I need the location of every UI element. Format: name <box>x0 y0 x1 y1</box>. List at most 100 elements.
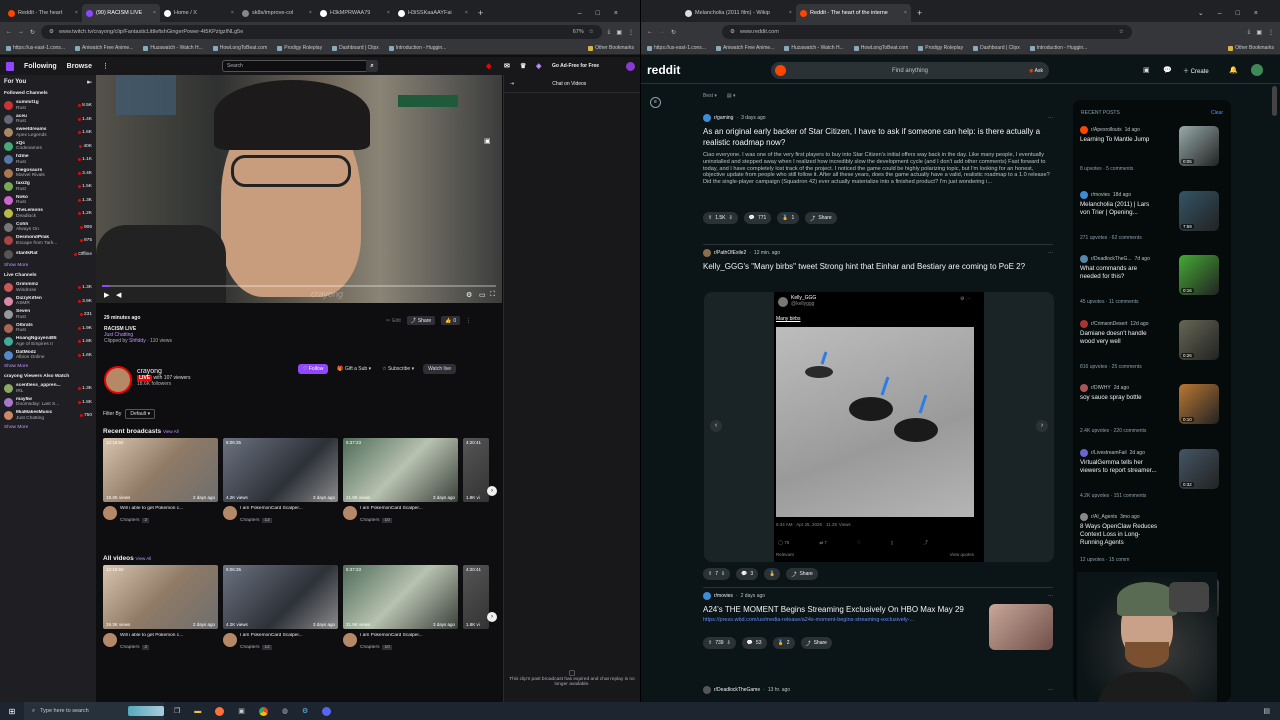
bookmark-item[interactable]: Aniwatch Free Anime... <box>74 45 133 51</box>
award-button[interactable]: 🏅 2 <box>772 637 795 649</box>
zoom-level[interactable]: 67% <box>573 29 584 35</box>
chapters-badge[interactable]: Chapters 12 <box>240 645 272 650</box>
post-media[interactable]: Kelly_GGG @kellyggg ⚙ ⋯ Many birbs 6:34 A… <box>704 292 1054 562</box>
sidebar-channel[interactable]: taxi2g Rust 1.5K <box>4 180 92 194</box>
vote-control[interactable]: ⇧ 739 ⇩ <box>703 637 736 649</box>
post-link[interactable]: https://press.wbd.com/us/media-release/a… <box>703 617 988 623</box>
vote-control[interactable]: ⇧ 1.5K ⇩ <box>703 212 738 224</box>
reddit-logo[interactable]: reddit <box>647 63 680 77</box>
video-title[interactable]: I am PokemonCard Scalper... <box>360 633 456 638</box>
like-button[interactable]: 👍 0 <box>441 316 461 325</box>
bookmark-star-icon[interactable]: ☆ <box>589 29 594 35</box>
file-explorer-icon[interactable]: ▬ <box>194 708 201 715</box>
tab-github[interactable]: sk8s/improve-col × <box>238 4 316 22</box>
progress-bar[interactable] <box>102 285 496 287</box>
post-title[interactable]: A24's THE MOMENT Begins Streaming Exclus… <box>703 604 988 615</box>
post-card[interactable]: r/gaming · 3 days ago ⋯ As an original earl… <box>703 114 1053 224</box>
avatar[interactable] <box>1251 64 1263 76</box>
extension-icon[interactable]: ▣ <box>1256 29 1262 36</box>
video-title[interactable]: I am PokemonCard Scalper... <box>360 506 456 511</box>
chapters-badge[interactable]: Chapters 10 <box>360 645 392 650</box>
video-title[interactable]: I am PokemonCard Scalper... <box>240 506 336 511</box>
video-title[interactable]: Will i able to get Pokemon c... <box>120 506 216 511</box>
subreddit-name[interactable]: r/gaming <box>714 115 733 121</box>
chapters-badge[interactable]: Chapters 2 <box>120 518 150 523</box>
filter-dropdown[interactable]: Default ▾ <box>125 409 156 419</box>
post-title[interactable]: Kelly_GGG's "Many birbs" tweet Strong hi… <box>703 261 1053 272</box>
sidebar-channel[interactable]: TheLemons Deadlock 1.2K <box>4 207 92 221</box>
forward-icon[interactable]: → <box>659 29 665 35</box>
channel-avatar[interactable] <box>343 633 357 647</box>
comments-button[interactable]: 💬 53 <box>741 637 767 649</box>
post-menu-icon[interactable]: ⋯ <box>1048 250 1053 256</box>
ask-button[interactable]: ◉ Ask <box>1029 68 1043 74</box>
bookmark-folder[interactable]: Other Bookmarks <box>588 45 634 51</box>
bookmark-item[interactable]: HowLongToBeat.com <box>853 45 908 51</box>
tab-x-image-2[interactable]: H3iSSKaaAAYFai × <box>394 4 472 22</box>
collapse-sidebar-icon[interactable]: ⇤ <box>87 79 92 86</box>
bits-icon[interactable]: ◈ <box>536 62 541 70</box>
collapse-chat-icon[interactable]: ⇥ <box>510 81 514 87</box>
scrollbar[interactable] <box>1272 86 1277 116</box>
inbox-icon[interactable]: ✉ <box>504 62 510 70</box>
discord-icon[interactable] <box>322 706 332 716</box>
new-tab-icon[interactable]: + <box>911 8 928 22</box>
nav-following[interactable]: Following <box>24 63 57 70</box>
gallery-next-icon[interactable]: › <box>1036 420 1048 432</box>
theatre-icon[interactable]: ▭ <box>479 291 486 299</box>
volume-icon[interactable]: ◀ <box>116 291 121 299</box>
more-options-icon[interactable]: ⋮ <box>466 316 471 325</box>
channel-avatar[interactable] <box>103 506 117 520</box>
sidebar-channel[interactable]: h3me Rust 1.1K <box>4 153 92 167</box>
subreddit-name[interactable]: r/PathOfExile2 <box>714 250 746 256</box>
video-card-thumbnail[interactable]: 6:06:35 4.2K views 3 days ago <box>223 565 338 629</box>
sidebar-toggle-icon[interactable]: ≡ <box>650 97 661 108</box>
recent-post[interactable]: r/movies 18d ago Melancholia (2011) | Lars… <box>1073 190 1219 255</box>
tab-x-home[interactable]: Home / X × <box>160 4 238 22</box>
avatar[interactable] <box>626 61 635 71</box>
video-card-thumbnail[interactable]: 4:20:41 1.8K vi <box>463 565 489 629</box>
new-tab-icon[interactable]: + <box>472 8 489 22</box>
gallery-prev-icon[interactable]: ‹ <box>710 420 722 432</box>
menu-icon[interactable]: ⋮ <box>628 29 634 36</box>
sidebar-channel[interactable]: Grimmmz Windrose 1.3K <box>4 281 92 295</box>
chapters-badge[interactable]: Chapters 10 <box>360 518 392 523</box>
obs-icon[interactable]: ◍ <box>282 707 288 715</box>
view-all-link[interactable]: View All <box>163 429 179 434</box>
notifications-icon[interactable]: 🔔 <box>1229 66 1238 74</box>
clipper-link[interactable]: Shfiddy <box>129 338 146 344</box>
bookmark-item[interactable]: HowLongToBeat.com <box>212 45 267 51</box>
bookmark-item[interactable]: https://us-east-1.cons... <box>6 45 65 51</box>
settings-icon[interactable]: ⚙ <box>466 291 472 299</box>
recent-post[interactable]: r/DIWHY 2d ago soy sauce spray bottle 2.4K … <box>1073 384 1219 448</box>
create-button[interactable]: ＋ Create <box>1183 66 1209 75</box>
post-card[interactable]: r/PathOfExile2 · 12 min. ago ⋯ Kelly_GGG's … <box>703 249 1053 272</box>
search-input[interactable]: Search <box>222 60 378 72</box>
carousel-next-icon[interactable]: › <box>487 486 497 496</box>
bookmark-item[interactable]: Introduction - Huggin... <box>388 45 446 51</box>
video-card-thumbnail[interactable]: 5:37:23 21.9K views 3 days ago <box>343 438 458 502</box>
task-view-icon[interactable]: ❐ <box>174 707 180 715</box>
post-menu-icon[interactable]: ⋯ <box>1048 593 1053 599</box>
sidebar-channel[interactable]: DizzyKitten ASMR 3.9K <box>4 295 92 309</box>
notification-center-icon[interactable]: ▤ <box>1263 707 1270 715</box>
tab-reddit[interactable]: Reddit - The heart × <box>4 4 82 22</box>
post-menu-icon[interactable]: ⋯ <box>1048 687 1053 693</box>
extension-icon[interactable]: ▣ <box>616 29 622 36</box>
award-button[interactable]: 🏅 <box>764 568 781 580</box>
sidebar-channel[interactable]: Cohh Always On 906 <box>4 221 92 235</box>
sidebar-channel[interactable]: Diegosaurs Marvel Rivals 3.4K <box>4 167 92 181</box>
close-tab-icon[interactable]: × <box>465 10 468 16</box>
video-title[interactable]: Will i able to get Pokemon c... <box>120 633 216 638</box>
recent-post[interactable]: r/Apexrollouts 1d ago Learning To Mantle J… <box>1073 126 1219 190</box>
sidebar-channel[interactable]: scentless_appren... IRL 1.3K <box>4 382 92 396</box>
video-card-thumbnail[interactable]: 4:20:41 1.8K vi <box>463 438 489 502</box>
subreddit-name[interactable]: r/DeadlockTheGame <box>714 687 760 693</box>
tab-reddit[interactable]: Reddit - The heart of the interne × <box>796 4 911 22</box>
bookmark-item[interactable]: Prodigy Roleplay <box>277 45 322 51</box>
gift-sub-button[interactable]: 🎁 Gift a Sub ▾ <box>335 364 373 374</box>
bookmark-item[interactable]: Prodigy Roleplay <box>918 45 963 51</box>
comments-button[interactable]: 💬 3 <box>736 568 759 580</box>
view-dropdown[interactable]: ▤ ▾ <box>727 93 736 99</box>
edit-button[interactable]: ✂ Edit <box>386 316 401 325</box>
